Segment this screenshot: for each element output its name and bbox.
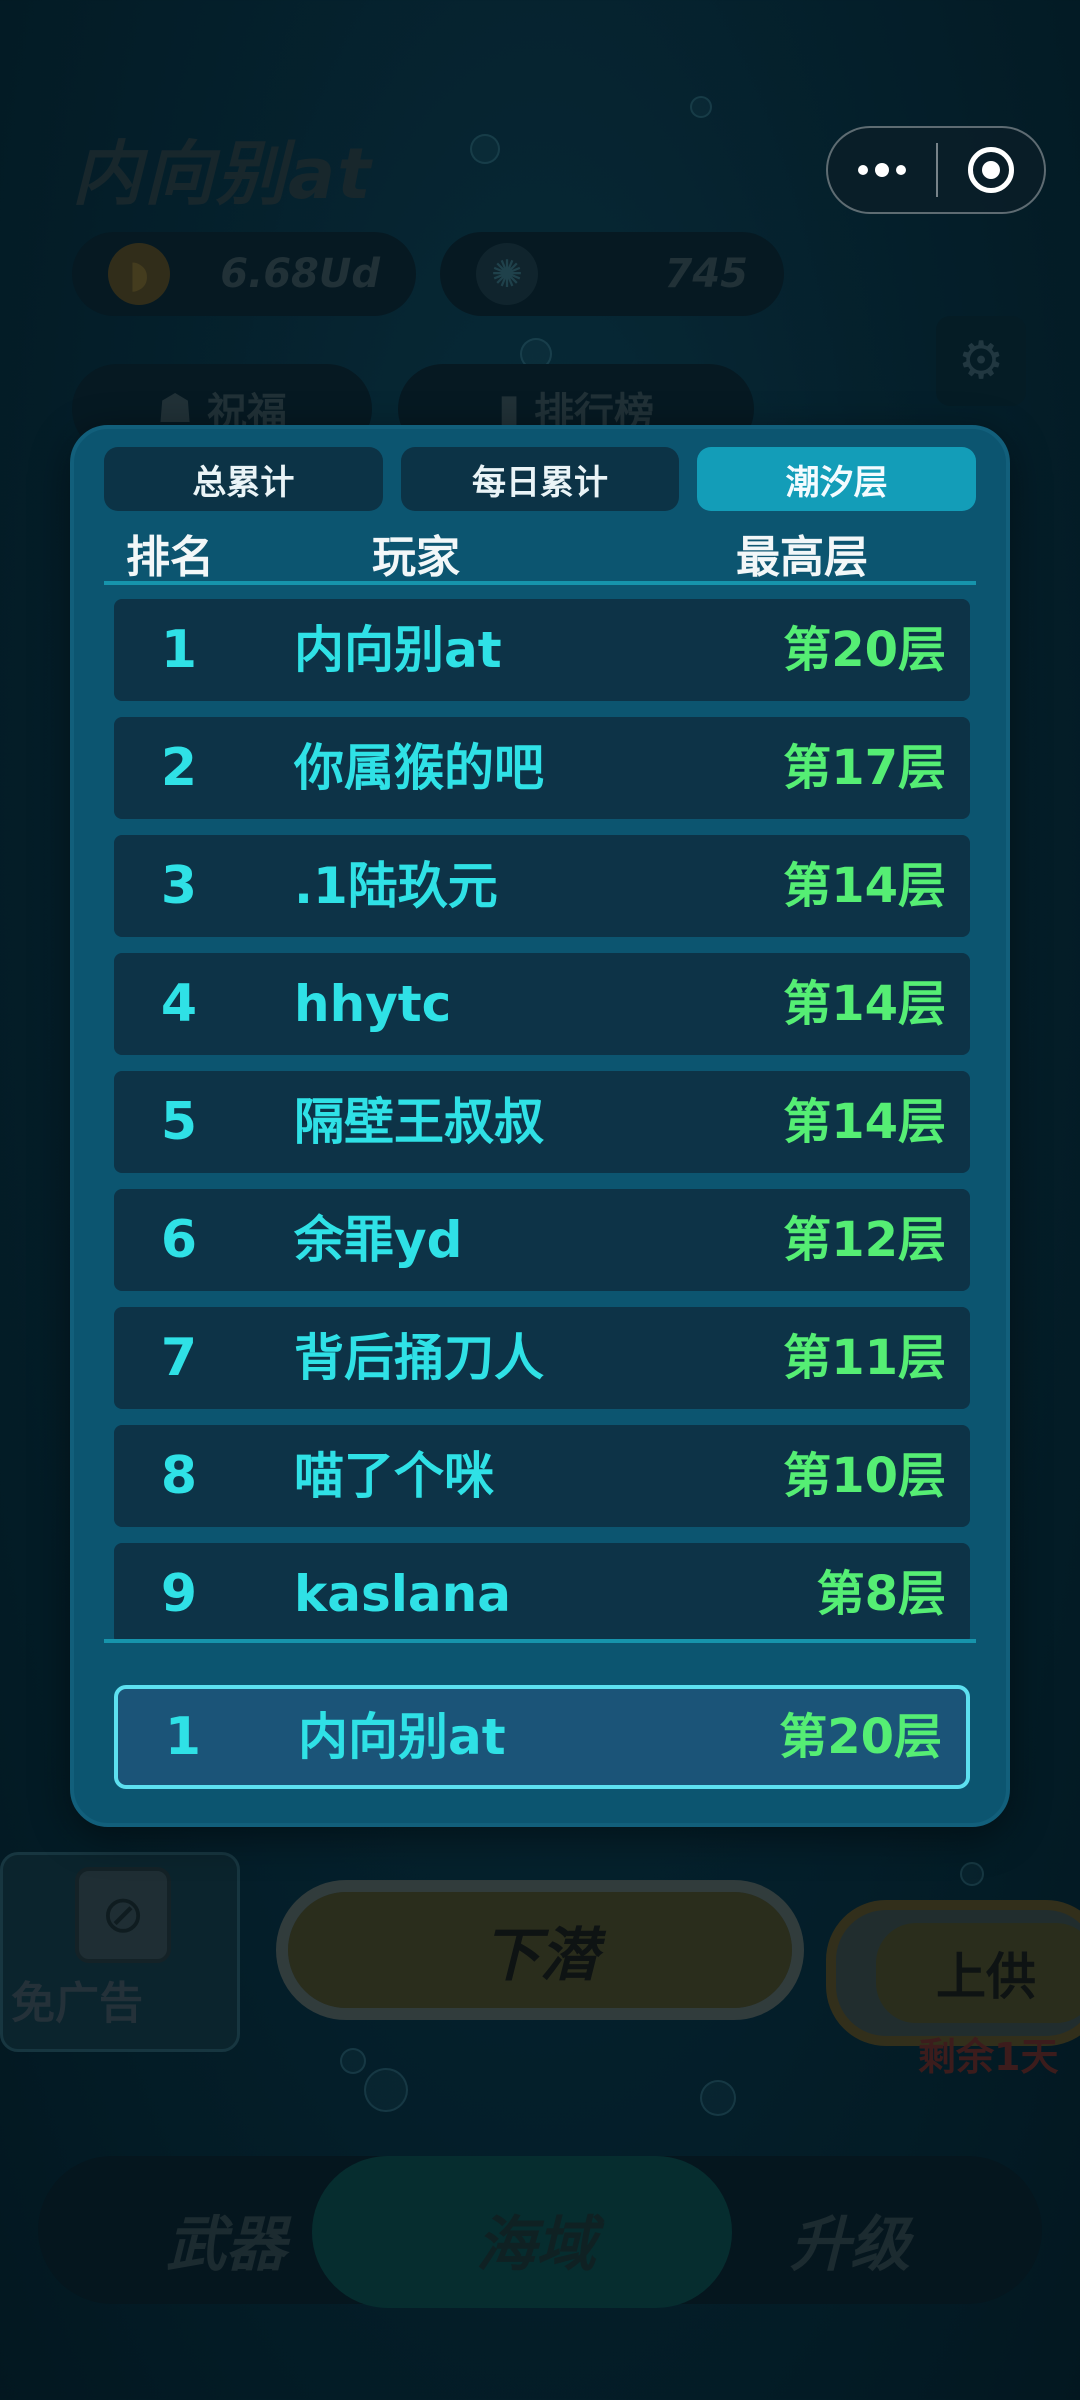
header-player: 玩家 [372, 532, 460, 583]
offer-button[interactable]: 上供 [826, 1900, 1080, 2046]
row-rank: 6 [160, 1210, 198, 1270]
close-target-icon[interactable] [938, 147, 1044, 193]
shells-value: 6.68Ud [220, 251, 380, 297]
remove-ads-button[interactable]: ⊘ 免广告 [0, 1852, 240, 2052]
player-name: 内向别at [72, 133, 373, 215]
row-level: 第10层 [783, 1448, 946, 1504]
shells-counter: ◗ 6.68Ud [72, 232, 416, 316]
more-menu-icon[interactable] [828, 163, 936, 177]
row-rank: 2 [160, 738, 198, 798]
row-player-name: 你属猴的吧 [294, 739, 544, 797]
row-rank: 3 [160, 856, 198, 916]
leaderboard-tabs: 总累计 每日累计 潮汐层 [104, 447, 977, 511]
row-level: 第11层 [783, 1330, 946, 1386]
bubble [470, 134, 500, 164]
row-player-name: hhytc [294, 975, 452, 1033]
shell-icon: ◗ [108, 243, 170, 305]
nav-upgrade[interactable]: 升级 [790, 2196, 910, 2283]
row-level: 第17层 [783, 740, 946, 796]
row-level: 第14层 [783, 1094, 946, 1150]
footer-divider [104, 1639, 976, 1643]
header-best-level: 最高层 [736, 532, 868, 583]
table-row: 7 背后捅刀人 第11层 [114, 1307, 970, 1409]
leaderboard-header: 排名 玩家 最高层 [104, 521, 976, 583]
row-level: 第12层 [783, 1212, 946, 1268]
dive-button[interactable]: 下潜 [276, 1880, 804, 2020]
my-rank: 1 [164, 1707, 202, 1767]
remove-ads-label: 免广告 [11, 1978, 143, 2029]
bubble [690, 96, 712, 118]
bubble [960, 1862, 984, 1886]
row-rank: 7 [160, 1328, 198, 1388]
row-level: 第14层 [783, 976, 946, 1032]
tab-daily[interactable]: 每日累计 [400, 447, 680, 511]
leaderboard-modal: 总累计 每日累计 潮汐层 排名 玩家 最高层 1 内向别at 第20层 2 你属… [70, 425, 1010, 1827]
nav-weapon[interactable]: 武器 [166, 2196, 286, 2283]
row-player-name: 喵了个咪 [294, 1447, 494, 1505]
row-player-name: 背后捅刀人 [294, 1329, 544, 1387]
table-row: 4 hhytc 第14层 [114, 953, 970, 1055]
my-player-name: 内向别at [298, 1708, 506, 1766]
header-rank: 排名 [126, 532, 214, 583]
tab-total[interactable]: 总累计 [104, 447, 383, 511]
offer-button-label: 上供 [876, 1923, 1080, 2023]
pearls-value: 745 [664, 251, 749, 297]
bubble [364, 2068, 408, 2112]
table-row: 5 隔壁王叔叔 第14层 [114, 1071, 970, 1173]
row-rank: 5 [160, 1092, 198, 1152]
remaining-days: 剩余1天 [918, 2035, 1059, 2079]
row-level: 第14层 [783, 858, 946, 914]
table-row: 1 内向别at 第20层 [114, 599, 970, 701]
row-player-name: 内向别at [294, 621, 502, 679]
row-rank: 8 [160, 1446, 198, 1506]
header-divider [104, 581, 976, 585]
urchin-icon: ✺ [476, 243, 538, 305]
table-row: 2 你属猴的吧 第17层 [114, 717, 970, 819]
table-row: 9 kaslana 第8层 [114, 1543, 970, 1641]
pearls-counter: ✺ 745 [440, 232, 784, 316]
table-row: 3 .1陆玖元 第14层 [114, 835, 970, 937]
nav-sea[interactable]: 海域 [476, 2196, 596, 2283]
dive-button-label: 下潜 [288, 1892, 792, 2008]
row-rank: 1 [160, 620, 198, 680]
miniprogram-capsule [826, 126, 1046, 214]
table-row: 6 余罪yd 第12层 [114, 1189, 970, 1291]
row-player-name: kaslana [294, 1565, 511, 1623]
no-ads-tv-icon: ⊘ [75, 1867, 171, 1963]
my-rank-row: 1 内向别at 第20层 [114, 1685, 970, 1789]
row-player-name: 隔壁王叔叔 [294, 1093, 544, 1151]
row-rank: 4 [160, 974, 198, 1034]
table-row: 8 喵了个咪 第10层 [114, 1425, 970, 1527]
row-player-name: .1陆玖元 [294, 857, 498, 915]
row-rank: 9 [160, 1564, 198, 1624]
my-level: 第20层 [779, 1709, 942, 1765]
settings-gear-icon[interactable]: ⚙ [936, 316, 1026, 406]
leaderboard-list[interactable]: 1 内向别at 第20层 2 你属猴的吧 第17层 3 .1陆玖元 第14层 4… [114, 599, 970, 1641]
row-level: 第8层 [816, 1566, 946, 1622]
bubble [700, 2080, 736, 2116]
row-player-name: 余罪yd [294, 1211, 463, 1269]
row-level: 第20层 [783, 622, 946, 678]
bubble [340, 2048, 366, 2074]
tab-tide-layer[interactable]: 潮汐层 [697, 447, 977, 511]
